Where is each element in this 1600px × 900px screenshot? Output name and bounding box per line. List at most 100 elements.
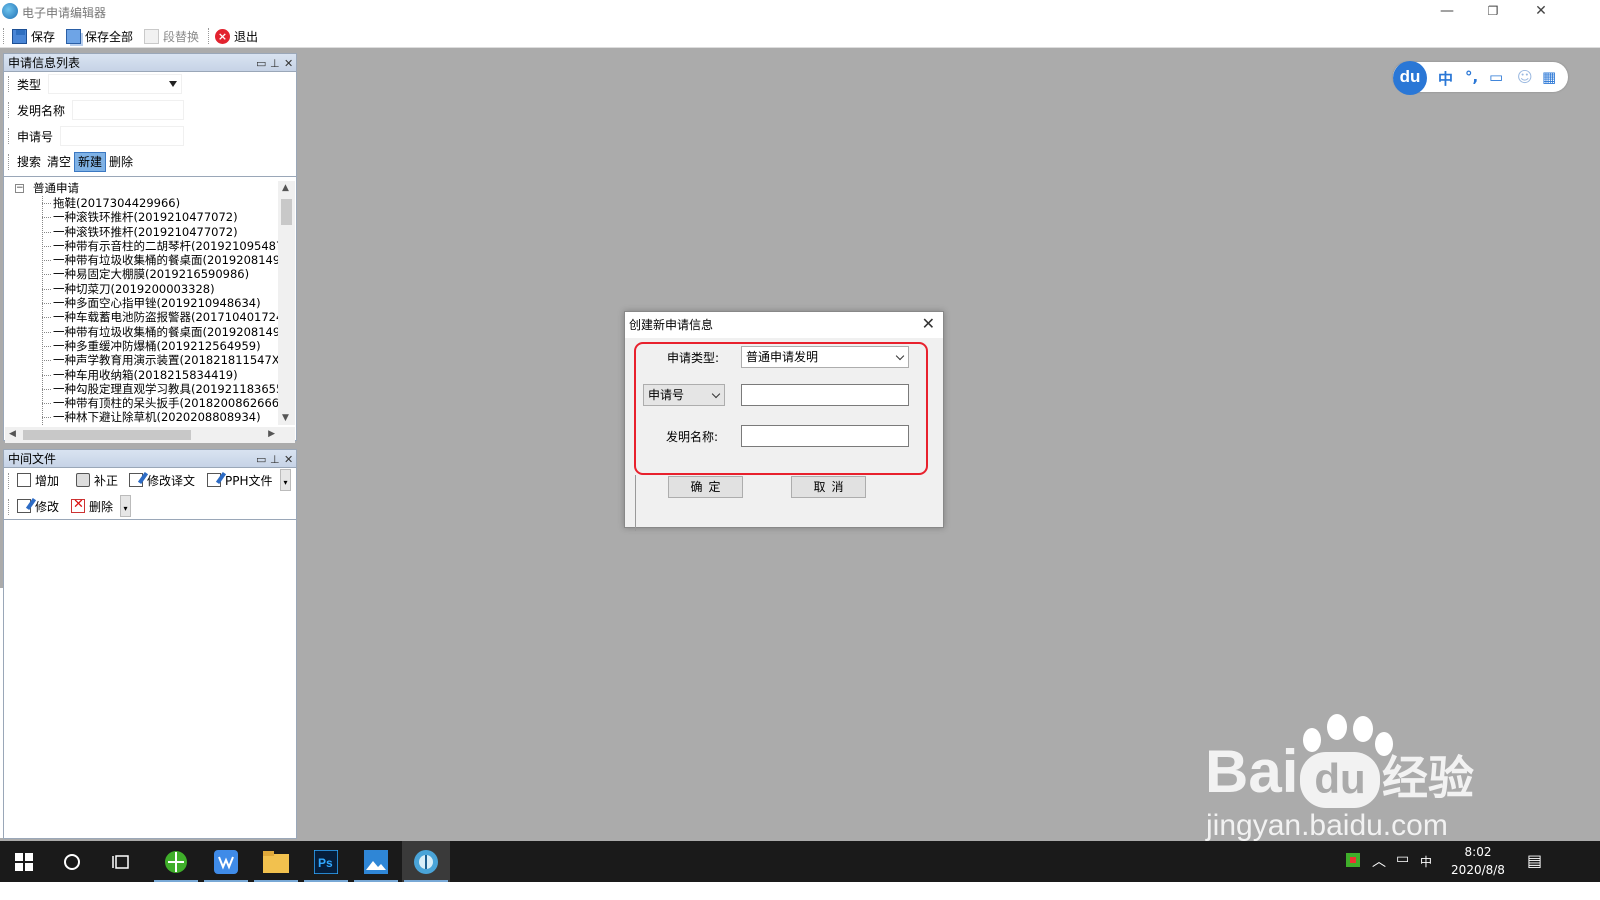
task-view-button[interactable] xyxy=(98,841,146,882)
tree-item[interactable]: 一种带有顶柱的呆头扳手(2018200862666) xyxy=(8,396,278,410)
user-icon[interactable]: ☺ xyxy=(1517,68,1533,86)
exit-button[interactable]: × 退出 xyxy=(215,27,258,45)
ime-toolbar: du 中 °, ▭ ☺ ▦ xyxy=(1393,61,1568,95)
scroll-thumb[interactable] xyxy=(23,430,191,440)
start-button[interactable] xyxy=(0,841,48,882)
tree-item[interactable]: 一种带有垃圾收集桶的餐桌面(20192081496 xyxy=(8,253,278,267)
restore-button[interactable]: ❐ xyxy=(1470,0,1516,24)
tree-item[interactable]: 一种车用收纳箱(2018215834419) xyxy=(8,368,278,382)
notification-icon[interactable]: ▤ xyxy=(1527,851,1542,870)
skin-icon[interactable]: ▭ xyxy=(1489,68,1503,86)
modify-button[interactable]: 修改 xyxy=(17,496,59,516)
new-button[interactable]: 新建 xyxy=(74,152,107,172)
modify-translation-button[interactable]: 修改译文 xyxy=(129,470,195,490)
save-icon xyxy=(12,28,27,44)
ime-indicator[interactable]: 中 xyxy=(1420,853,1432,870)
chevron-down-icon xyxy=(895,351,905,361)
edit-icon xyxy=(129,473,143,487)
clear-button[interactable]: 清空 xyxy=(44,153,74,171)
delete-button[interactable]: 删除 xyxy=(106,153,136,171)
ime-mode-toggle[interactable]: 中 xyxy=(1438,68,1453,89)
tree-item[interactable]: 一种带有示音柱的二胡琴杆(20192109548707 xyxy=(8,239,278,253)
search-button[interactable] xyxy=(48,841,96,882)
punctuation-icon[interactable]: °, xyxy=(1465,68,1478,86)
clock-time: 8:02 xyxy=(1464,845,1492,859)
float-icon[interactable]: ▭ xyxy=(256,451,266,469)
taskbar-file-explorer[interactable] xyxy=(252,841,300,882)
pin-icon[interactable]: ⊥ xyxy=(270,451,280,469)
paragraph-replace-button[interactable]: 段替换 xyxy=(144,27,199,45)
tree-item[interactable]: 一种林下避让除草机(2020208808934) xyxy=(8,410,278,424)
pin-icon[interactable]: ⊥ xyxy=(270,55,280,73)
invention-name-field[interactable] xyxy=(741,425,909,447)
application-type-label: 申请类型: xyxy=(667,351,720,365)
invention-name-input[interactable] xyxy=(72,100,184,120)
tree-horizontal-scrollbar[interactable]: ◀ ▶ xyxy=(5,427,295,443)
save-all-button[interactable]: 保存全部 xyxy=(66,27,133,45)
tree-item[interactable]: 一种多重缓冲防爆桶(2019212564959) xyxy=(8,339,278,353)
collapse-icon[interactable]: − xyxy=(15,184,24,193)
dialog-close-icon[interactable]: ✕ xyxy=(922,316,935,332)
scroll-thumb[interactable] xyxy=(281,199,292,225)
tree-item[interactable]: 一种滚铁环推杆(2019210477072) xyxy=(8,225,278,239)
type-select[interactable] xyxy=(48,74,182,94)
toolbar-overflow-button[interactable]: ▾ xyxy=(120,495,131,517)
cancel-button[interactable]: 取消 xyxy=(791,476,866,498)
application-list-panel: 申请信息列表 ▭ ⊥ ✕ 类型 发明名称 申请号 搜索 清空 新建 删除 − 普… xyxy=(3,53,297,443)
tree-item[interactable]: 一种勾股定理直观学习教具(20192118365578 xyxy=(8,382,278,396)
show-hidden-icons[interactable]: ︿ xyxy=(1372,851,1386,871)
scroll-up-icon[interactable]: ▲ xyxy=(282,183,289,193)
svg-text:Ps: Ps xyxy=(318,856,333,870)
tree-vertical-scrollbar[interactable]: ▲ ▼ xyxy=(278,181,295,425)
window-titlebar: 电子申请编辑器 — ❐ ✕ xyxy=(0,0,1600,24)
close-window-button[interactable]: ✕ xyxy=(1518,0,1564,24)
tree-item[interactable]: 一种滚铁环推杆(2019210477072) xyxy=(8,210,278,224)
scroll-down-icon[interactable]: ▼ xyxy=(282,413,289,423)
tree-item[interactable]: 一种切菜刀(2019200003328) xyxy=(8,282,278,296)
windows-icon xyxy=(15,852,33,871)
tree-root[interactable]: − 普通申请 xyxy=(8,181,278,196)
tree-item[interactable]: 拖鞋(2017304429966) xyxy=(8,196,278,210)
taskbar-photoshop[interactable]: Ps xyxy=(302,841,350,882)
minimize-button[interactable]: — xyxy=(1424,0,1470,24)
application-type-select[interactable]: 普通申请发明 xyxy=(741,346,909,368)
search-button[interactable]: 搜索 xyxy=(14,153,44,171)
menu-grid-icon[interactable]: ▦ xyxy=(1542,68,1556,86)
pph-file-button[interactable]: PPH文件 xyxy=(207,470,273,490)
network-icon[interactable]: ▭ xyxy=(1396,851,1409,867)
correct-button[interactable]: 补正 xyxy=(76,470,118,490)
scroll-left-icon[interactable]: ◀ xyxy=(9,429,16,439)
dialog-title: 创建新申请信息 xyxy=(625,312,943,338)
taskbar: Ps ︿ ▭ 中 8:02 2020/8/8 ▤ xyxy=(0,841,1600,882)
tree-item[interactable]: 一种声学教育用演示装置(201821811547X) xyxy=(8,353,278,367)
add-button[interactable]: 增加 xyxy=(17,470,59,490)
ok-button[interactable]: 确定 xyxy=(668,476,743,498)
taskbar-writer-app[interactable] xyxy=(202,841,250,882)
tray-app-icon[interactable] xyxy=(1346,853,1360,870)
tree-item[interactable]: 一种多面空心指甲锉(2019210948634) xyxy=(8,296,278,310)
save-all-icon xyxy=(66,28,81,44)
tree-item[interactable]: 一种带有垃圾收集桶的餐桌面(20192081496 xyxy=(8,325,278,339)
taskbar-photos-app[interactable] xyxy=(352,841,400,882)
watermark-du: du xyxy=(1300,752,1380,808)
tree-item[interactable]: 一种车载蓄电池防盗报警器(20171040172486 xyxy=(8,310,278,324)
application-number-field[interactable] xyxy=(741,384,909,406)
toolbar-grip[interactable] xyxy=(3,28,6,44)
chevron-down-icon xyxy=(711,389,721,399)
baidu-ime-logo[interactable]: du xyxy=(1393,61,1427,95)
toolbar-overflow-button[interactable]: ▾ xyxy=(280,469,291,491)
taskbar-editor-app[interactable] xyxy=(402,841,450,882)
clock[interactable]: 8:02 2020/8/8 xyxy=(1446,843,1510,879)
taskbar-browser-app[interactable] xyxy=(152,841,200,882)
number-type-select[interactable]: 申请号 xyxy=(643,384,725,406)
close-icon[interactable]: ✕ xyxy=(284,55,293,73)
float-icon[interactable]: ▭ xyxy=(256,55,266,73)
save-button[interactable]: 保存 xyxy=(12,27,55,45)
list-actions-bar: 搜索 清空 新建 删除 xyxy=(8,152,136,172)
delete-file-button[interactable]: 删除 xyxy=(71,496,113,516)
scroll-right-icon[interactable]: ▶ xyxy=(268,429,275,439)
close-icon[interactable]: ✕ xyxy=(284,451,293,469)
application-number-input[interactable] xyxy=(60,126,184,146)
files-list-area[interactable] xyxy=(4,520,296,838)
tree-item[interactable]: 一种易固定大棚膜(2019216590986) xyxy=(8,267,278,281)
